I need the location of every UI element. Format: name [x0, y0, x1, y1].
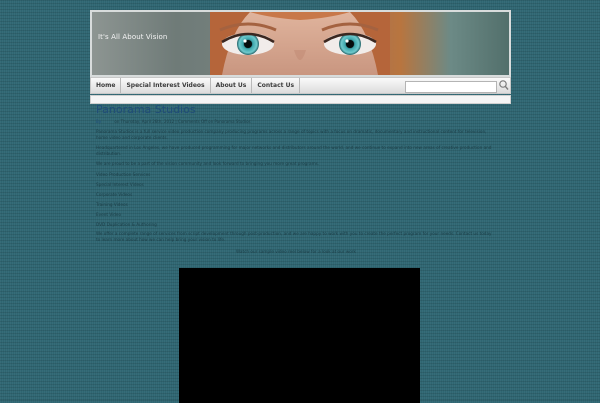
- site-header: It's All About Vision: [90, 10, 511, 77]
- search-input[interactable]: [405, 81, 497, 93]
- search-icon[interactable]: [497, 78, 509, 92]
- site-title[interactable]: It's All About Vision: [98, 33, 167, 41]
- video-caption: Watch our sample video reel below for a …: [236, 249, 356, 255]
- nav-home[interactable]: Home: [91, 78, 122, 93]
- page-wrapper: It's All About Vision Home Special Inter…: [90, 10, 511, 104]
- post-title[interactable]: Panorama Studios: [96, 104, 496, 116]
- nav-contact-us[interactable]: Contact Us: [252, 78, 301, 93]
- post-closing-paragraph: We offer a complete range of services fr…: [96, 231, 492, 243]
- service-list-item: Training Videos: [96, 202, 128, 208]
- nav-special-interest-videos[interactable]: Special Interest Videos: [121, 78, 211, 93]
- service-list-item: Special Interest Videos: [96, 182, 144, 188]
- post-paragraph: Headquartered in Los Angeles, we have pr…: [96, 145, 492, 157]
- service-list-item: Corporate Videos: [96, 192, 133, 198]
- video-player[interactable]: [179, 268, 420, 403]
- service-list-item: Event Video: [96, 212, 122, 218]
- header-eyes-image: [210, 12, 390, 75]
- service-list-item: DVD Duplication & Authoring: [96, 222, 157, 228]
- post-meta: By on Thursday, April 26th, 2012 | Comme…: [96, 119, 496, 125]
- post-paragraph: Panorama Studios is a full service video…: [96, 129, 487, 140]
- post-content: Panorama Studios By on Thursday, April 2…: [96, 104, 496, 255]
- post-meta-text: on Thursday, April 26th, 2012 | Comments…: [114, 119, 251, 124]
- service-list-item: Video Production Services: [96, 172, 151, 178]
- main-nav: Home Special Interest Videos About Us Co…: [90, 77, 511, 94]
- post-author[interactable]: By: [96, 119, 101, 124]
- post-paragraph: We are proud to be a part of the vision …: [96, 161, 320, 167]
- nav-about-us[interactable]: About Us: [211, 78, 253, 93]
